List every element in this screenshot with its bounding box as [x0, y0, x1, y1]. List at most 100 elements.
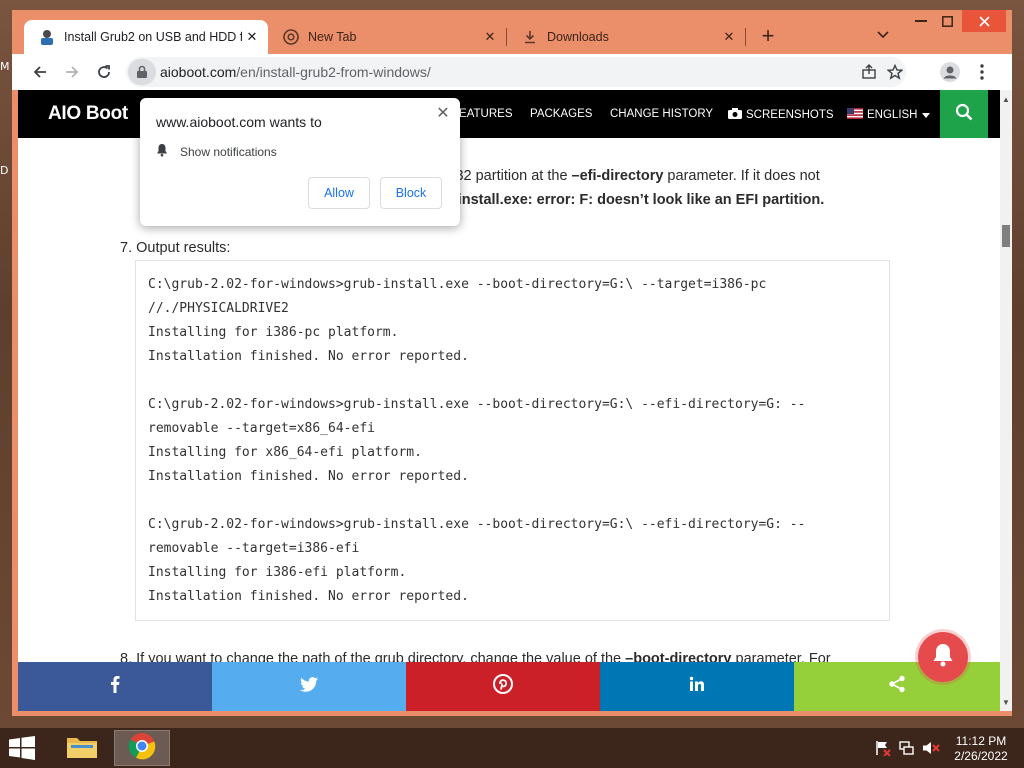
taskbar-chrome[interactable] [114, 730, 170, 766]
popup-close-icon[interactable]: ✕ [432, 102, 454, 124]
step-7-heading: 7. Output results: [120, 240, 231, 256]
code-line: Installing for i386-efi platform. [148, 565, 407, 580]
windows-logo-icon [8, 736, 36, 764]
nav-label: CHANGE HISTORY [610, 108, 714, 120]
bell-icon [931, 642, 955, 673]
share-facebook-button[interactable] [18, 662, 212, 711]
desktop-edge-label: D [0, 164, 9, 177]
maximize-button[interactable] [932, 10, 962, 32]
tab-title: New Tab [308, 30, 357, 44]
volume-muted-icon[interactable] [922, 740, 940, 756]
twitter-icon [300, 676, 318, 697]
block-button[interactable]: Block [380, 177, 442, 209]
popup-title: www.aioboot.com wants to [156, 114, 322, 130]
tab-close-icon[interactable]: ✕ [480, 27, 500, 47]
share-linkedin-button[interactable] [600, 662, 794, 711]
taskbar-file-explorer[interactable] [54, 730, 110, 766]
tab-title: Install Grub2 on USB and HDD fr [64, 30, 242, 44]
allow-button[interactable]: Allow [308, 177, 370, 209]
code-line: Installation finished. No error reported… [148, 469, 469, 484]
network-icon[interactable] [898, 740, 916, 756]
code-line: Installation finished. No error reported… [148, 349, 469, 364]
reload-button[interactable] [92, 60, 116, 84]
tab-title: Downloads [547, 30, 609, 44]
clock-time: 11:12 PM [955, 734, 1007, 748]
download-icon [521, 28, 539, 46]
code-line: Installation finished. No error reported… [148, 589, 469, 604]
new-tab-button[interactable]: + [756, 23, 780, 48]
profile-avatar-icon[interactable] [938, 60, 962, 84]
tab-strip: Install Grub2 on USB and HDD fr ✕ New Ta… [12, 10, 1012, 54]
share-pinterest-button[interactable] [406, 662, 600, 711]
browser-window: Install Grub2 on USB and HDD fr ✕ New Ta… [12, 10, 1012, 716]
facebook-icon [110, 675, 120, 698]
back-button[interactable] [28, 60, 52, 84]
forward-button[interactable] [60, 60, 84, 84]
url-text: aioboot.com/en/install-grub2-from-window… [160, 64, 431, 80]
clock-date: 2/26/2022 [954, 749, 1008, 763]
article-line: b-install.exe: error: F: doesn’t look li… [444, 192, 825, 208]
nav-label: PACKAGES [530, 108, 593, 120]
tab-downloads[interactable]: Downloads ✕ [507, 20, 745, 54]
windows-taskbar: 11:12 PM 2/26/2022 [0, 728, 1024, 768]
tab-close-icon[interactable]: ✕ [242, 27, 262, 47]
bookmark-star-icon[interactable] [884, 61, 906, 83]
tab-separator [745, 28, 746, 46]
share-icon [888, 675, 906, 698]
browser-menu-icon[interactable] [970, 60, 994, 84]
nav-features[interactable]: FEATURES [452, 108, 513, 120]
address-bar[interactable]: aioboot.com/en/install-grub2-from-window… [126, 57, 906, 87]
start-button[interactable] [8, 736, 38, 762]
search-icon [955, 103, 973, 126]
share-bar [18, 662, 1000, 711]
code-block: C:\grub-2.02-for-windows>grub-install.ex… [135, 260, 890, 621]
scroll-up-arrow-icon[interactable]: ▲ [1000, 92, 1012, 106]
nav-language-dropdown[interactable]: ENGLISH [847, 108, 930, 122]
scrollbar-thumb[interactable] [1002, 225, 1010, 247]
code-line: //./PHYSICALDRIVE2 [148, 301, 289, 316]
window-close-button[interactable] [962, 10, 1006, 32]
code-line: Installing for i386-pc platform. [148, 325, 399, 340]
url-host: aioboot.com [160, 64, 237, 80]
code-line: removable --target=x86_64-efi [148, 421, 375, 436]
popup-request-row: Show notifications [156, 143, 277, 160]
folder-icon [66, 733, 98, 764]
tab-close-icon[interactable]: ✕ [719, 27, 739, 47]
linkedin-icon [689, 676, 705, 697]
system-clock[interactable]: 11:12 PM 2/26/2022 [946, 734, 1016, 764]
page-scrollbar[interactable]: ▲ ▼ [1000, 90, 1012, 711]
scroll-down-arrow-icon[interactable]: ▼ [1000, 695, 1012, 709]
share-twitter-button[interactable] [212, 662, 406, 711]
site-search-button[interactable] [940, 90, 988, 138]
tab-new-tab[interactable]: New Tab ✕ [268, 20, 506, 54]
caret-down-icon [921, 109, 930, 121]
article-line: AT32 partition at the –efi-directory par… [438, 168, 820, 184]
nav-label: SCREENSHOTS [746, 109, 834, 121]
url-path: /en/install-grub2-from-windows/ [236, 64, 431, 80]
site-logo[interactable]: AIO Boot [48, 103, 128, 125]
nav-change-history[interactable]: CHANGE HISTORY [610, 108, 713, 120]
bell-icon [156, 143, 168, 160]
tab-install-grub2[interactable]: Install Grub2 on USB and HDD fr ✕ [24, 20, 268, 54]
browser-toolbar: aioboot.com/en/install-grub2-from-window… [12, 54, 1012, 90]
us-flag-icon [847, 108, 863, 122]
action-center-flag-icon[interactable] [874, 740, 892, 756]
lock-icon[interactable] [128, 59, 156, 85]
nav-label: FEATURES [452, 108, 513, 120]
camera-icon [728, 108, 742, 122]
share-page-icon[interactable] [858, 61, 880, 83]
code-line: removable --target=i386-efi [148, 541, 360, 556]
nav-packages[interactable]: PACKAGES [530, 108, 592, 120]
code-line: C:\grub-2.02-for-windows>grub-install.ex… [148, 277, 767, 292]
tab-search-chevron-icon[interactable] [872, 24, 894, 46]
popup-request-text: Show notifications [180, 144, 277, 159]
nav-screenshots[interactable]: SCREENSHOTS [728, 108, 834, 122]
code-line: C:\grub-2.02-for-windows>grub-install.ex… [148, 517, 806, 532]
notification-permission-popup: www.aioboot.com wants to ✕ Show notifica… [140, 98, 460, 226]
chrome-icon [282, 28, 300, 46]
desktop-edge-label: M [0, 60, 10, 73]
nav-label: ENGLISH [867, 109, 918, 121]
code-line: Installing for x86_64-efi platform. [148, 445, 422, 460]
notification-bell-button[interactable] [918, 632, 968, 682]
share-more-button[interactable] [794, 662, 1000, 711]
